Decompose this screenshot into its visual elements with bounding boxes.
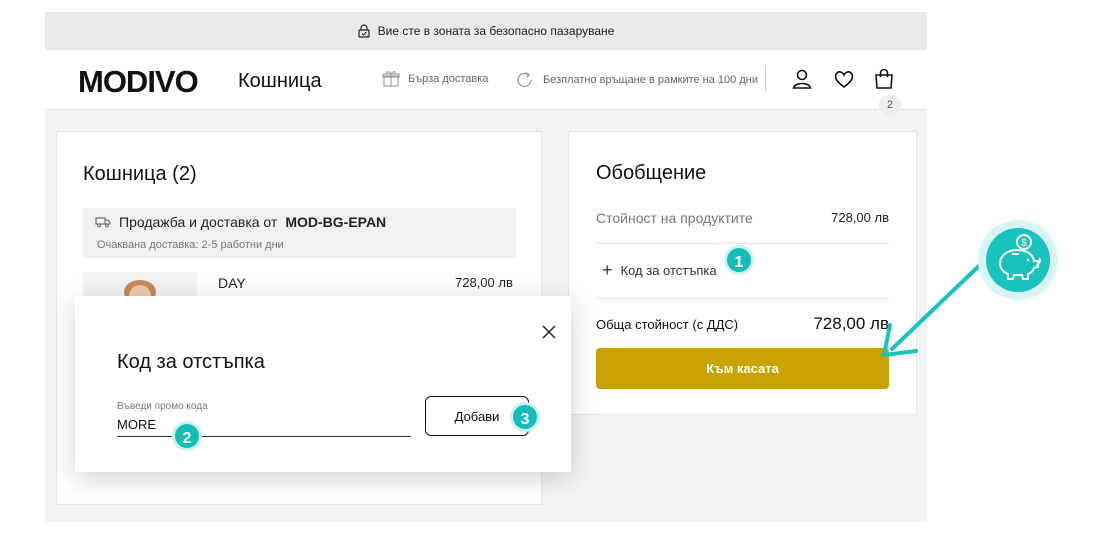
discount-code-toggle[interactable]: + Код за отстъпка [602, 260, 717, 280]
user-icon[interactable] [791, 68, 813, 90]
site-header: MODIVO Кошница Бърза доставка Безплатно … [45, 50, 927, 116]
seller-name: MOD-BG-EPAN [285, 214, 387, 230]
gift-icon [382, 71, 400, 87]
page-title: Кошница [238, 70, 322, 92]
lock-icon [358, 24, 370, 38]
modivo-logo[interactable]: MODIVO [78, 64, 199, 100]
product-name[interactable]: DAY [218, 275, 246, 291]
bag-count-badge: 2 [879, 94, 901, 116]
seller-line: Продажба и доставка от MOD-BG-EPAN [95, 214, 386, 230]
perk-fast-delivery: Бърза доставка [382, 70, 488, 88]
product-price: 728,00 лв [455, 275, 513, 290]
seller-box: Продажба и доставка от MOD-BG-EPAN Очакв… [83, 208, 516, 258]
modal-title: Код за отстъпка [117, 351, 265, 373]
summary-divider [596, 243, 889, 244]
secure-shopping-text: Вие сте в зоната за безопасно пазаруване [377, 24, 615, 38]
close-icon[interactable] [541, 324, 557, 340]
plus-icon: + [602, 260, 613, 280]
summary-products-row: Стойност на продуктите 728,00 лв [596, 210, 889, 226]
step-badge-1: 1 [724, 245, 754, 275]
delivery-estimate: Очаквана доставка: 2-5 работни дни [97, 239, 284, 251]
shopping-bag-icon[interactable] [873, 68, 895, 90]
summary-title: Обобщение [596, 162, 707, 184]
truck-icon [95, 217, 111, 228]
perk-free-return: Безплатно връщане в рамките на 100 дни [515, 70, 758, 90]
products-value-label: Стойност на продуктите [596, 210, 753, 226]
heart-icon[interactable] [833, 68, 855, 90]
summary-divider [596, 298, 889, 299]
checkout-button[interactable]: Към касата [596, 348, 889, 389]
svg-text:$: $ [1021, 238, 1027, 249]
step-badge-2: 2 [172, 421, 202, 451]
promo-code-input[interactable] [117, 413, 411, 437]
piggy-bank-icon: $ [986, 228, 1050, 292]
cart-title: Кошница (2) [83, 163, 197, 185]
perk-fast-delivery-label: Бърза доставка [408, 73, 489, 85]
discount-code-label: Код за отстъпка [620, 263, 717, 278]
promo-code-label: Въведи промо кода [117, 401, 208, 412]
secure-shopping-bar: Вие сте в зоната за безопасно пазаруване [45, 12, 927, 50]
step-badge-3: 3 [510, 402, 540, 432]
products-value: 728,00 лв [831, 210, 889, 225]
total-label: Обща стойност (с ДДС) [596, 317, 739, 332]
return-icon [517, 71, 532, 88]
summary-total-row: Обща стойност (с ДДС) 728,00 лв [596, 314, 889, 334]
discount-code-modal: Код за отстъпка Въведи промо кода Добави [75, 296, 571, 472]
piggy-bank-badge: $ [978, 220, 1058, 300]
seller-prefix: Продажба и доставка от [119, 214, 278, 230]
arrow-icon [882, 261, 984, 357]
perk-free-return-label: Безплатно връщане в рамките на 100 дни [543, 74, 758, 86]
header-divider [765, 67, 766, 91]
